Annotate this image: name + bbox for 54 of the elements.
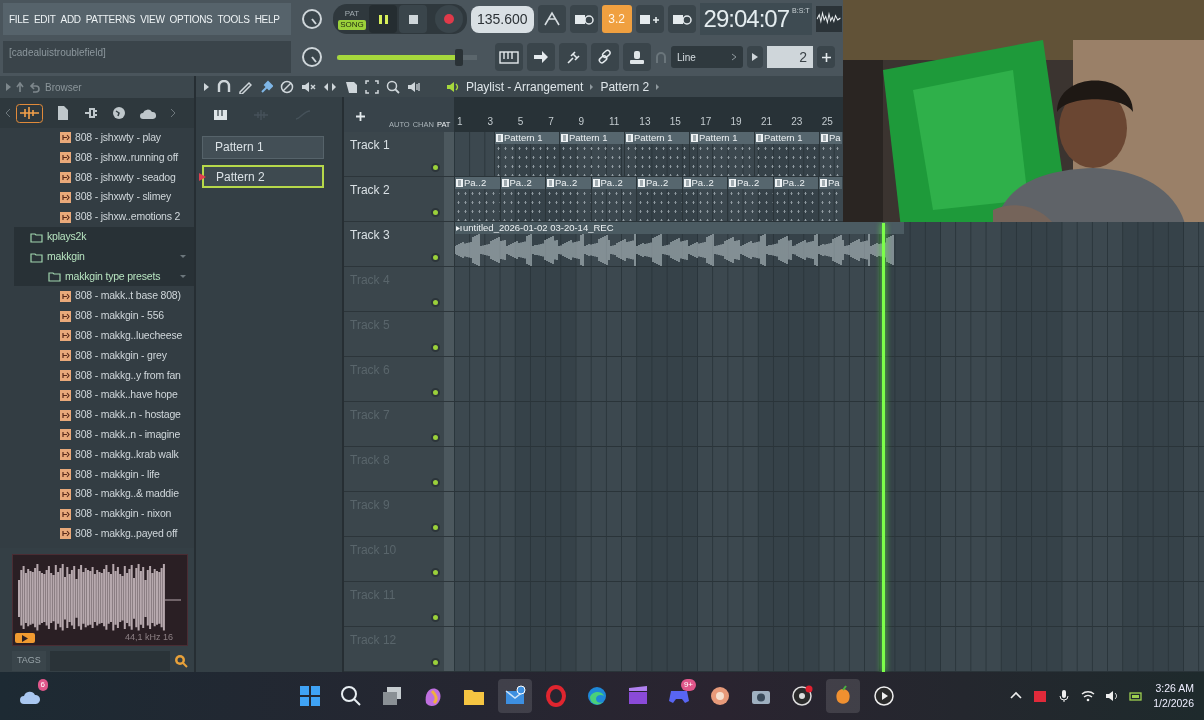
file-row[interactable]: 808 - makkgin - nixon — [0, 504, 194, 524]
clip[interactable]: untitled_2026-01-02 03-20-14_REC — [454, 222, 904, 266]
panel-title: Playlist - Arrangement — [466, 78, 584, 96]
menu-item[interactable]: PATTERNS — [85, 11, 136, 27]
track-header[interactable]: Track 3 — [344, 222, 444, 267]
pattern-item[interactable]: Pattern 2 — [202, 165, 324, 188]
sample-info: 44,1 kHz 16 — [124, 630, 173, 644]
file-row[interactable]: 808 - makkg..krab walk — [0, 444, 194, 465]
tags-button[interactable]: TAGS — [12, 651, 46, 671]
notification-badge: 6 — [37, 679, 48, 691]
menu-item[interactable]: FILE — [9, 11, 29, 27]
menu-item[interactable]: TOOLS — [217, 11, 250, 27]
track-header[interactable]: Track 1 — [344, 132, 444, 177]
menu-item[interactable]: OPTIONS — [169, 11, 213, 27]
menu-item[interactable]: ADD — [60, 11, 81, 27]
pattern-item[interactable]: Pattern 1 — [202, 136, 324, 159]
breadcrumb-item[interactable]: Pattern 2 — [600, 77, 650, 96]
menu-item[interactable]: EDIT — [33, 11, 56, 27]
mode-button[interactable]: PAT — [342, 8, 362, 19]
notification-badge: 9+ — [680, 679, 696, 691]
timeline-ruler[interactable]: 1 3 5 7 9 11 13 15 17 19 21 23 25 — [454, 97, 844, 132]
pattern-number-field[interactable]: 2 — [767, 46, 813, 68]
panel-title: Browser — [45, 80, 82, 95]
file-row[interactable]: 808 - makkgin - grey — [0, 345, 194, 366]
file-row[interactable]: 808 - makk..have hope — [0, 385, 194, 406]
tempo-display[interactable]: 135.600 — [471, 5, 534, 33]
track-header[interactable]: Track 2 — [344, 177, 444, 222]
file-row[interactable]: 808 - jshxw..running off — [0, 147, 194, 168]
file-row[interactable]: 808 - jshxwty - play — [0, 128, 194, 148]
file-row[interactable]: 808 - makk..t base 808) — [0, 286, 194, 307]
file-row[interactable]: 808 - makkgin - life — [0, 464, 194, 485]
file-row[interactable]: 808 - makk..n - hostage — [0, 405, 194, 425]
folder-row[interactable]: makkgin type presets — [14, 266, 194, 287]
menu-item[interactable]: VIEW — [140, 11, 165, 27]
file-row[interactable]: 808 - makkg..luecheese — [0, 325, 194, 346]
file-row[interactable]: 808 - makkg..payed off — [0, 523, 194, 544]
mode-button[interactable]: SONG — [338, 19, 366, 30]
file-row[interactable]: 808 - makkg..& maddie — [0, 484, 194, 505]
file-row[interactable]: 808 - jshxwty - slimey — [0, 187, 194, 208]
clock-date[interactable]: 1/2/2026 — [1153, 696, 1194, 711]
menu-item[interactable]: HELP — [254, 11, 280, 27]
song-time: 29:04:07 — [703, 4, 790, 34]
snap-dropdown[interactable]: Line — [671, 46, 743, 68]
hint-bar: [cadealuistroublefield] — [3, 41, 291, 73]
taskbar-app[interactable]: 9+ — [662, 679, 696, 713]
file-row[interactable]: 808 - makk..n - imagine — [0, 424, 194, 445]
weather-widget[interactable]: 6 — [14, 679, 48, 713]
folder-row[interactable]: makkgin — [14, 246, 194, 267]
clock-time[interactable]: 3:26 AM — [1155, 681, 1194, 696]
file-row[interactable]: 808 - jshxw..emotions 2 — [0, 207, 194, 227]
file-row[interactable]: 808 - makkgin - 556 — [0, 306, 194, 326]
folder-row[interactable]: kplays2k — [14, 227, 194, 247]
file-row[interactable]: 808 - jshxwty - seadog — [0, 167, 194, 188]
file-row[interactable]: 808 - makkg..y from fan — [0, 365, 194, 386]
